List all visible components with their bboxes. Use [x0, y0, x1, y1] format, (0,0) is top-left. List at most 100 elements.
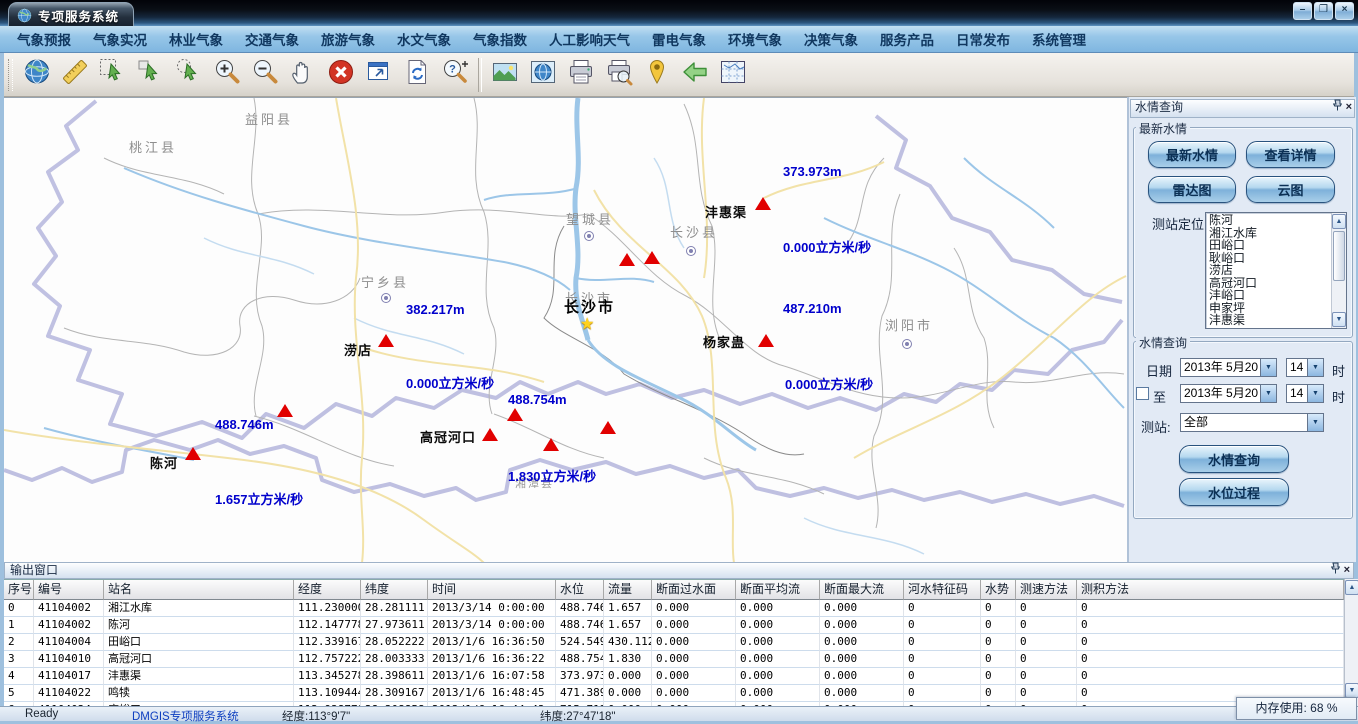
table-row[interactable]: 241104004田峪口112.33916728.0522222013/1/6 …: [4, 634, 1344, 651]
menu-item-9[interactable]: 环境气象: [717, 29, 793, 49]
toolbar-select-features-button[interactable]: [94, 57, 132, 93]
toolbar-image-view-button[interactable]: [486, 57, 524, 93]
menu-item-8[interactable]: 雷电气象: [641, 29, 717, 49]
date-to-combo[interactable]: 2013年 5月20日 ▼: [1180, 384, 1277, 403]
column-header-14[interactable]: 测积方法: [1077, 580, 1344, 600]
latest-water-button[interactable]: 最新水情: [1148, 141, 1236, 168]
station-marker-icon[interactable]: [619, 253, 635, 266]
menu-item-1[interactable]: 气象实况: [82, 29, 158, 49]
menu-item-0[interactable]: 气象预报: [6, 29, 82, 49]
station-listbox[interactable]: 陈河湘江水库田峪口耿峪口涝店高冠河口沣峪口申家坪沣惠渠 ▲ ▼: [1205, 212, 1347, 329]
toolbar-locate-button[interactable]: [638, 57, 676, 93]
hour-from-combo[interactable]: 14 ▼: [1286, 358, 1324, 377]
table-row[interactable]: 441104017沣惠渠113.34527828.3986112013/1/6 …: [4, 668, 1344, 685]
maximize-button[interactable]: ❐: [1314, 2, 1333, 20]
hour-to-combo[interactable]: 14 ▼: [1286, 384, 1324, 403]
station-list-item[interactable]: 沣惠渠: [1207, 314, 1331, 327]
toolbar-globe-button[interactable]: [18, 57, 56, 93]
pin-icon[interactable]: [1333, 99, 1342, 116]
menu-item-5[interactable]: 水文气象: [386, 29, 462, 49]
scroll-down-icon[interactable]: ▼: [1345, 683, 1358, 698]
column-header-5[interactable]: 时间: [428, 580, 556, 600]
toolbar-back-button[interactable]: [676, 57, 714, 93]
station-list-item[interactable]: 涝店: [1207, 264, 1331, 277]
column-header-11[interactable]: 河水特征码: [904, 580, 981, 600]
station-marker-icon[interactable]: [758, 334, 774, 347]
station-list-item[interactable]: 田峪口: [1207, 239, 1331, 252]
toolbar-new-window-button[interactable]: [360, 57, 398, 93]
dropdown-arrow-icon[interactable]: ▼: [1307, 385, 1323, 402]
column-header-9[interactable]: 断面平均流: [736, 580, 820, 600]
toolbar-world-view-button[interactable]: [524, 57, 562, 93]
menu-item-4[interactable]: 旅游气象: [310, 29, 386, 49]
station-marker-icon[interactable]: [600, 421, 616, 434]
toolbar-stop-button[interactable]: [322, 57, 360, 93]
toolbar-pan-button[interactable]: [284, 57, 322, 93]
menu-item-2[interactable]: 林业气象: [158, 29, 234, 49]
close-button[interactable]: ×: [1335, 2, 1354, 20]
toolbar-identify-button[interactable]: ?: [436, 57, 474, 93]
toolbar-measure-button[interactable]: [56, 57, 94, 93]
column-header-12[interactable]: 水势: [981, 580, 1016, 600]
menu-item-11[interactable]: 服务产品: [869, 29, 945, 49]
pin-icon[interactable]: [1331, 562, 1340, 579]
station-marker-icon[interactable]: [185, 447, 201, 460]
panel-close-icon[interactable]: ×: [1346, 100, 1352, 115]
scrollbar-thumb[interactable]: [1333, 231, 1345, 281]
station-marker-icon[interactable]: [755, 197, 771, 210]
toolbar-select-area-button[interactable]: [170, 57, 208, 93]
station-combo[interactable]: 全部 ▼: [1180, 413, 1324, 432]
table-row[interactable]: 541104022鸣犊113.10944428.3091672013/1/6 1…: [4, 685, 1344, 702]
station-marker-icon[interactable]: [277, 404, 293, 417]
column-header-8[interactable]: 断面过水面: [652, 580, 736, 600]
station-marker-icon[interactable]: [644, 251, 660, 264]
toolbar-print-preview-button[interactable]: [600, 57, 638, 93]
view-details-button[interactable]: 查看详情: [1246, 141, 1335, 168]
station-marker-icon[interactable]: [543, 438, 559, 451]
column-header-3[interactable]: 经度: [294, 580, 361, 600]
table-scrollbar[interactable]: ▲ ▼: [1344, 579, 1358, 706]
scroll-up-icon[interactable]: ▲: [1345, 580, 1358, 595]
dropdown-arrow-icon[interactable]: ▼: [1307, 359, 1323, 376]
cloud-image-button[interactable]: 云图: [1246, 176, 1335, 203]
table-row[interactable]: 041104002湘江水库111.23000028.2811112013/3/1…: [4, 600, 1344, 617]
panel-close-icon[interactable]: ×: [1344, 563, 1350, 578]
station-list-item[interactable]: 陈河: [1207, 214, 1331, 227]
dropdown-arrow-icon[interactable]: ▼: [1260, 385, 1276, 402]
column-header-10[interactable]: 断面最大流: [820, 580, 904, 600]
station-list-item[interactable]: 沣峪口: [1207, 289, 1331, 302]
table-row[interactable]: 141104002陈河112.14777827.9736112013/3/14 …: [4, 617, 1344, 634]
menu-item-3[interactable]: 交通气象: [234, 29, 310, 49]
toolbar-zoom-out-button[interactable]: [246, 57, 284, 93]
menu-item-10[interactable]: 决策气象: [793, 29, 869, 49]
station-marker-icon[interactable]: [482, 428, 498, 441]
map-canvas[interactable]: 益阳县桃江县宁乡县望城县长沙县浏阳市长沙市湘潭县长沙市沣惠渠涝店杨家蛊高冠河口陈…: [4, 97, 1127, 563]
station-marker-icon[interactable]: [507, 408, 523, 421]
column-header-6[interactable]: 水位: [556, 580, 604, 600]
table-row[interactable]: 341104010高冠河口112.75722228.0033332013/1/6…: [4, 651, 1344, 668]
menu-item-13[interactable]: 系统管理: [1021, 29, 1097, 49]
menu-item-7[interactable]: 人工影响天气: [538, 29, 641, 49]
listbox-scrollbar[interactable]: ▲ ▼: [1331, 213, 1346, 328]
toolbar-select-button[interactable]: [132, 57, 170, 93]
water-level-process-button[interactable]: 水位过程: [1179, 478, 1289, 506]
radar-chart-button[interactable]: 雷达图: [1148, 176, 1236, 203]
column-header-13[interactable]: 测速方法: [1016, 580, 1077, 600]
dropdown-arrow-icon[interactable]: ▼: [1307, 414, 1323, 431]
dropdown-arrow-icon[interactable]: ▼: [1260, 359, 1276, 376]
column-header-0[interactable]: 序号: [4, 580, 34, 600]
column-header-4[interactable]: 纬度: [361, 580, 428, 600]
water-query-button[interactable]: 水情查询: [1179, 445, 1289, 473]
column-header-1[interactable]: 编号: [34, 580, 104, 600]
station-marker-icon[interactable]: [378, 334, 394, 347]
scroll-up-icon[interactable]: ▲: [1332, 214, 1346, 229]
scroll-down-icon[interactable]: ▼: [1332, 312, 1346, 327]
column-header-7[interactable]: 流量: [604, 580, 652, 600]
date-to-checkbox[interactable]: [1136, 387, 1149, 400]
toolbar-grip[interactable]: [8, 59, 13, 91]
menu-item-6[interactable]: 气象指数: [462, 29, 538, 49]
toolbar-refresh-button[interactable]: [398, 57, 436, 93]
date-from-combo[interactable]: 2013年 5月20日 ▼: [1180, 358, 1277, 377]
toolbar-overview-map-button[interactable]: [714, 57, 752, 93]
minimize-button[interactable]: –: [1293, 2, 1312, 20]
